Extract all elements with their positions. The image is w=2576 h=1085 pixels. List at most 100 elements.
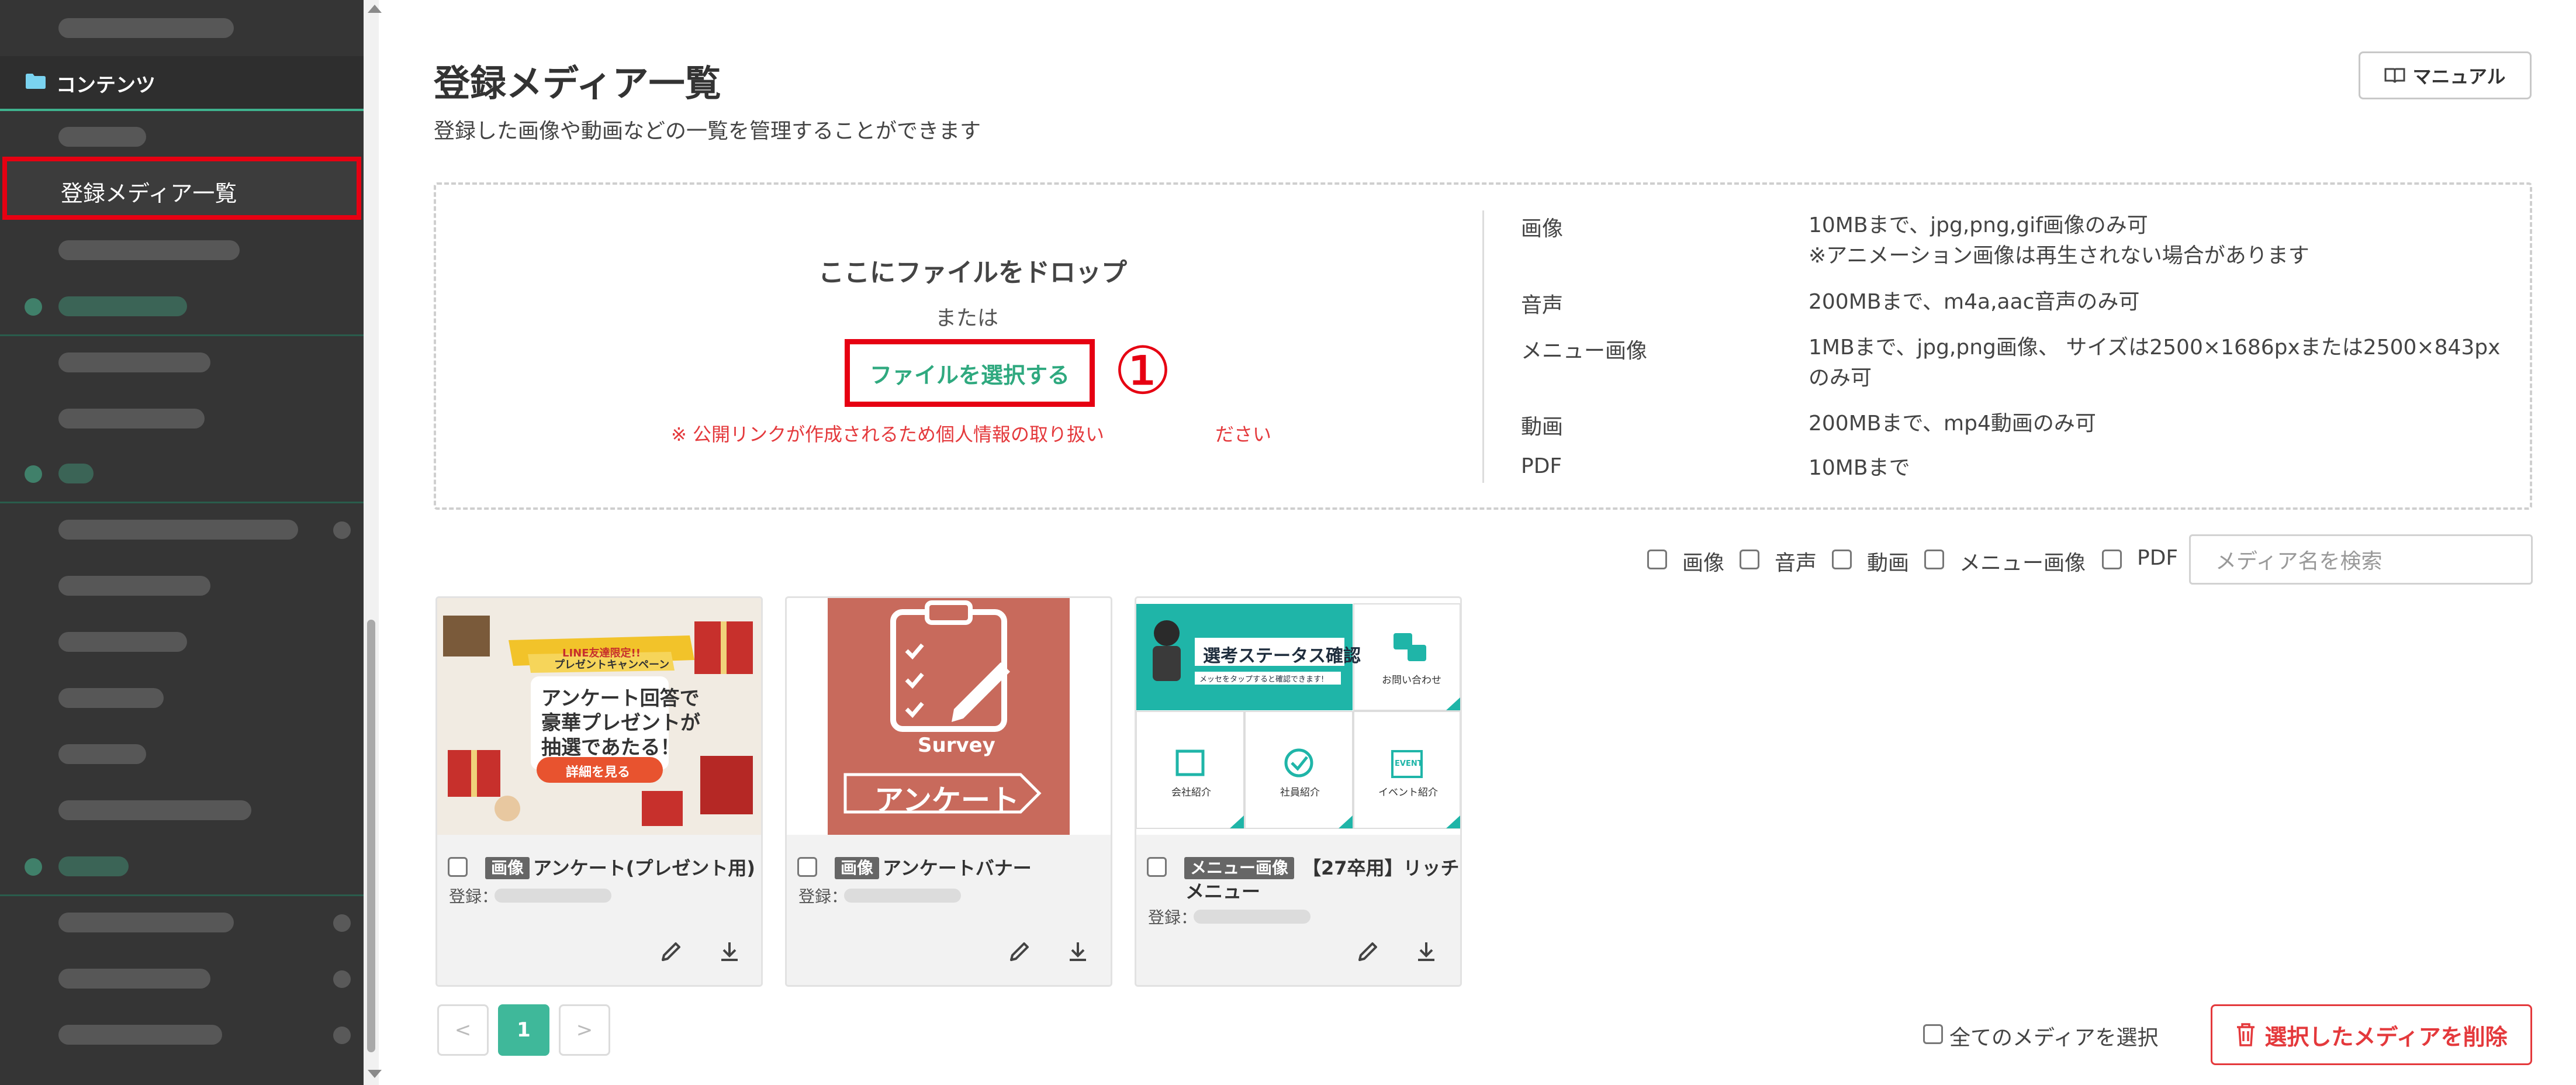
manual-label: マニュアル bbox=[2412, 65, 2506, 88]
media-thumbnail[interactable]: 選考ステータス確認 メッセをタップすると確認できます! お問い合わせ 会社紹介 … bbox=[1136, 598, 1460, 835]
spec-label-video: 動画 bbox=[1521, 415, 1564, 439]
sidebar-item-media-list[interactable]: 登録メディア一覧 bbox=[2, 157, 361, 220]
pagination-prev-button[interactable]: < bbox=[437, 1004, 489, 1056]
blurred-label bbox=[58, 520, 298, 540]
media-checkbox[interactable] bbox=[448, 857, 468, 877]
sidebar-item[interactable] bbox=[0, 614, 364, 670]
spec-value-video: 200MBまで、mp4動画のみ可 bbox=[1809, 412, 2096, 436]
spec-value-line: のみ可 bbox=[1809, 366, 1872, 390]
sidebar-item[interactable] bbox=[0, 782, 364, 838]
sidebar-section[interactable] bbox=[0, 278, 364, 334]
blurred-label bbox=[58, 856, 129, 876]
thumb-text: お問い合わせ bbox=[1382, 675, 1441, 686]
thumb-text: プレゼントキャンペーン bbox=[554, 659, 670, 671]
media-registered-label: 登録： bbox=[798, 887, 848, 906]
scroll-up-icon[interactable] bbox=[368, 5, 382, 13]
blurred-label bbox=[58, 1025, 222, 1045]
scrollbar-thumb[interactable] bbox=[367, 620, 375, 1052]
media-card-info: 画像 アンケートバナー 登録： bbox=[787, 835, 1111, 985]
filter-checkbox-pdf[interactable] bbox=[2102, 550, 2122, 569]
thumb-text: イベント紹介 bbox=[1378, 787, 1438, 799]
delete-label: 選択したメディアを削除 bbox=[2264, 1024, 2508, 1050]
scroll-down-icon[interactable] bbox=[368, 1070, 382, 1078]
media-card[interactable]: LINE友達限定!! プレゼントキャンペーン アンケート回答で 豪華プレゼントが… bbox=[435, 596, 763, 987]
media-thumbnail[interactable]: LINE友達限定!! プレゼントキャンペーン アンケート回答で 豪華プレゼントが… bbox=[437, 598, 761, 835]
select-all-checkbox[interactable] bbox=[1923, 1024, 1943, 1044]
download-icon[interactable] bbox=[1065, 939, 1091, 965]
media-checkbox[interactable] bbox=[1147, 857, 1167, 877]
sidebar-item[interactable] bbox=[0, 222, 364, 278]
sidebar-item[interactable] bbox=[0, 894, 364, 951]
filter-checkbox-menu-image[interactable] bbox=[1924, 550, 1944, 569]
sidebar-item[interactable] bbox=[0, 1007, 364, 1063]
sidebar-section-contents[interactable]: コンテンツ bbox=[0, 56, 364, 111]
edit-icon[interactable] bbox=[1007, 939, 1032, 965]
blurred-label bbox=[58, 18, 234, 38]
delete-selected-button[interactable]: 選択したメディアを削除 bbox=[2211, 1004, 2532, 1065]
filter-label-menu-image: メニュー画像 bbox=[1959, 551, 2086, 575]
trash-icon bbox=[2237, 1023, 2255, 1046]
select-file-button[interactable]: ファイルを選択する bbox=[845, 339, 1095, 407]
blurred-label bbox=[58, 913, 234, 932]
blurred-label bbox=[58, 632, 187, 652]
sidebar-item[interactable] bbox=[0, 391, 364, 447]
sidebar-item[interactable] bbox=[0, 670, 364, 726]
blurred-date bbox=[495, 889, 611, 903]
sidebar-item[interactable] bbox=[0, 502, 364, 558]
media-card[interactable]: Survey アンケート 画像 アンケートバナー 登録： bbox=[785, 596, 1112, 987]
blurred-label bbox=[58, 127, 146, 147]
manual-button[interactable]: マニュアル bbox=[2359, 51, 2532, 99]
thumb-text: メッセをタップすると確認できます! bbox=[1199, 675, 1325, 684]
media-card[interactable]: 選考ステータス確認 メッセをタップすると確認できます! お問い合わせ 会社紹介 … bbox=[1135, 596, 1462, 987]
sidebar-section[interactable] bbox=[0, 445, 364, 502]
edit-icon[interactable] bbox=[1355, 939, 1381, 965]
filter-checkbox-image[interactable] bbox=[1647, 550, 1667, 569]
filter-checkbox-audio[interactable] bbox=[1740, 550, 1759, 569]
filter-label-pdf: PDF bbox=[2137, 546, 2179, 570]
spec-value-image: 10MBまで、jpg,png,gif画像のみ可 ※アニメーション画像は再生されな… bbox=[1809, 210, 2309, 271]
media-search-input[interactable]: メディア名を検索 bbox=[2189, 534, 2533, 585]
section-icon bbox=[25, 465, 42, 483]
spec-value-line: 1MBまで、jpg,png画像、 サイズは2500×1686pxまたは2500×… bbox=[1809, 336, 2501, 360]
external-link-icon bbox=[333, 914, 351, 932]
media-name: アンケートバナー bbox=[883, 857, 1032, 879]
folder-icon bbox=[26, 74, 46, 89]
pagination-page-button[interactable]: 1 bbox=[498, 1004, 549, 1056]
rich-menu-thumbnail-art bbox=[1136, 603, 1460, 829]
edit-icon[interactable] bbox=[658, 939, 684, 965]
download-icon[interactable] bbox=[1413, 939, 1439, 965]
spec-label-menu-image: メニュー画像 bbox=[1521, 339, 1648, 363]
thumb-text: 社員紹介 bbox=[1280, 787, 1320, 799]
media-checkbox[interactable] bbox=[797, 857, 817, 877]
blurred-label bbox=[58, 576, 210, 596]
pagination-next-button[interactable]: > bbox=[559, 1004, 610, 1056]
sidebar-section[interactable] bbox=[0, 838, 364, 894]
spec-label-pdf: PDF bbox=[1521, 454, 1562, 478]
sidebar-item[interactable] bbox=[0, 334, 364, 391]
filter-label-audio: 音声 bbox=[1775, 551, 1817, 575]
media-thumbnail[interactable]: Survey アンケート bbox=[787, 598, 1111, 835]
sidebar-item[interactable] bbox=[0, 951, 364, 1007]
media-card-info: メニュー画像 【27卒用】リッチ メニュー 登録： bbox=[1136, 835, 1460, 985]
page-description: 登録した画像や動画などの一覧を管理することができます bbox=[434, 119, 981, 143]
media-name: 【27卒用】リッチ bbox=[1302, 857, 1460, 879]
sidebar: コンテンツ 登録メディア一覧 bbox=[0, 0, 364, 1085]
filter-checkbox-video[interactable] bbox=[1832, 550, 1852, 569]
divider bbox=[1482, 210, 1484, 483]
media-type-badge: 画像 bbox=[485, 857, 530, 879]
spec-value-pdf: 10MBまで bbox=[1809, 456, 1910, 480]
dropzone-warning: ※ 公開リンクが作成されるため個人情報の取り扱い ださい bbox=[671, 420, 1271, 447]
blurred-label bbox=[58, 464, 94, 483]
media-card-info: 画像 アンケート(プレゼント用) 登録： bbox=[437, 835, 761, 985]
media-type-badge: メニュー画像 bbox=[1184, 857, 1295, 879]
book-icon bbox=[2384, 68, 2405, 83]
sidebar-item[interactable] bbox=[0, 726, 364, 782]
filter-label-image: 画像 bbox=[1682, 551, 1725, 575]
step-annotation: ① bbox=[1113, 333, 1173, 409]
blurred-label bbox=[58, 969, 210, 989]
media-registered-label: 登録： bbox=[1148, 908, 1198, 927]
download-icon[interactable] bbox=[717, 939, 742, 965]
sidebar-item[interactable] bbox=[0, 558, 364, 614]
blurred-label bbox=[58, 353, 210, 372]
sidebar-item[interactable] bbox=[0, 0, 364, 56]
